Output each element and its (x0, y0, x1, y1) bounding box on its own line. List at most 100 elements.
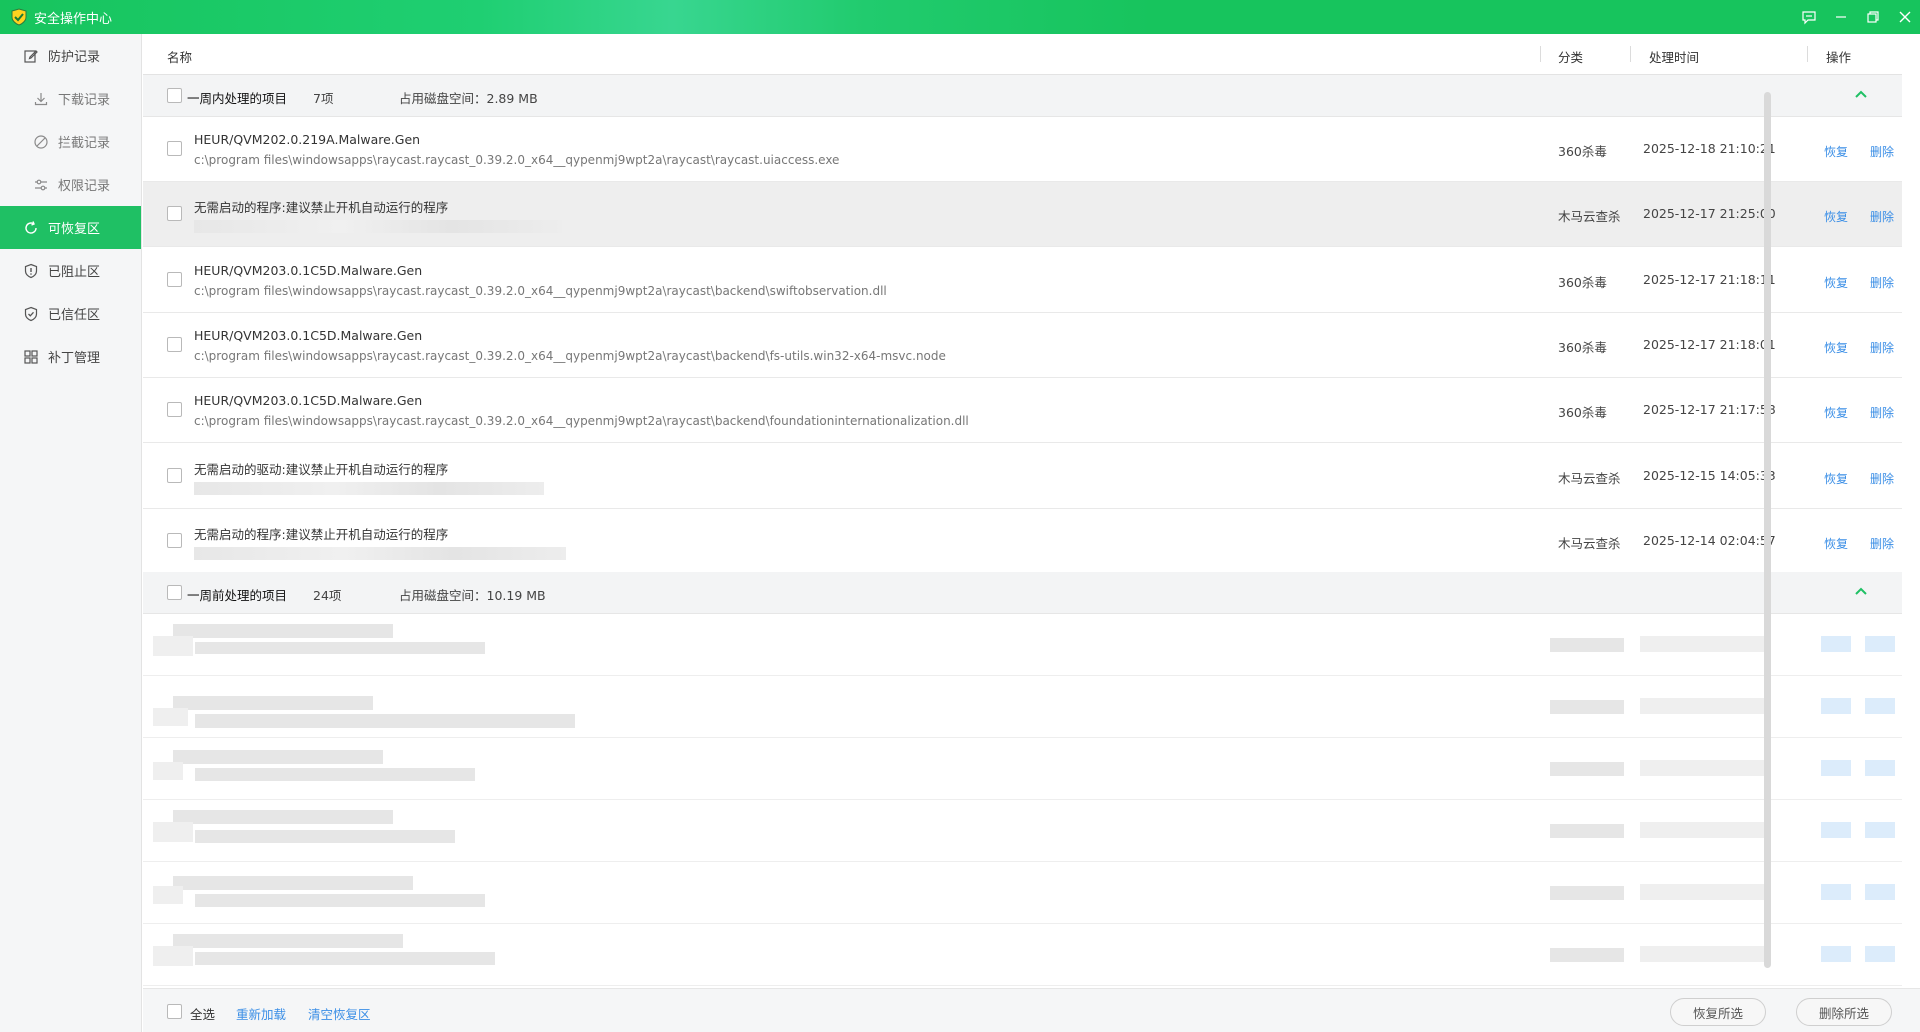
redacted-text (153, 822, 193, 842)
restore-window-icon[interactable] (1858, 0, 1888, 34)
group-header-older[interactable]: 一周前处理的项目 24项 占用磁盘空间：10.19 MB (143, 572, 1902, 614)
delete-link[interactable]: 删除 (1870, 470, 1894, 487)
group-checkbox[interactable] (167, 88, 182, 103)
sidebar-item-shield-check[interactable]: 已信任区 (0, 292, 141, 335)
redacted-text (195, 768, 475, 781)
redacted-text (173, 934, 403, 948)
column-header: 名称 分类 处理时间 操作 (143, 34, 1902, 75)
main-panel: 名称 分类 处理时间 操作 一周内处理的项目 7项 占用磁盘空间：2.89 MB… (143, 34, 1902, 988)
group-header-recent[interactable]: 一周内处理的项目 7项 占用磁盘空间：2.89 MB (143, 75, 1902, 117)
redacted-text (195, 830, 455, 843)
redacted-text (1640, 636, 1764, 652)
refresh-icon (22, 219, 40, 237)
blurred-row (143, 738, 1902, 800)
redacted-link (1821, 822, 1851, 838)
column-category[interactable]: 分类 (1558, 47, 1583, 66)
row-checkbox[interactable] (167, 336, 182, 352)
column-divider[interactable] (1630, 46, 1631, 62)
sidebar-item-block[interactable]: 拦截记录 (0, 120, 141, 163)
sidebar-item-edit[interactable]: 防护记录 (0, 34, 141, 77)
group-count: 7项 (313, 91, 334, 106)
delete-link[interactable]: 删除 (1870, 535, 1894, 552)
redacted-link (1821, 636, 1851, 652)
category: 360杀毒 (1558, 339, 1607, 355)
column-name[interactable]: 名称 (167, 47, 192, 66)
redacted-text (173, 696, 373, 710)
title-bar: 安全操作中心 (0, 0, 1920, 34)
process-time: 2025-12-17 21:18:11 (1643, 271, 1776, 287)
delete-link[interactable]: 删除 (1870, 339, 1894, 356)
category: 360杀毒 (1558, 405, 1607, 421)
row-checkbox[interactable] (167, 141, 182, 156)
restore-link[interactable]: 恢复 (1824, 535, 1848, 552)
group-checkbox[interactable] (167, 585, 182, 600)
delete-link[interactable]: 删除 (1870, 143, 1894, 160)
sidebar-item-grid[interactable]: 补丁管理 (0, 335, 141, 378)
table-row[interactable]: 无需启动的程序:建议禁止开机自动运行的程序 木马云查杀 2025-12-17 21:… (143, 182, 1902, 248)
column-action: 操作 (1826, 50, 1852, 65)
chevron-up-icon[interactable] (1853, 584, 1869, 603)
redacted-text (153, 946, 193, 966)
table-row[interactable]: 无需启动的驱动:建议禁止开机自动运行的程序 木马云查杀 2025-12-15 14:… (143, 443, 1902, 509)
redacted-text (195, 714, 575, 728)
clear-restore-area-link[interactable]: 清空恢复区 (308, 1004, 371, 1023)
row-checkbox[interactable] (167, 206, 182, 222)
column-time[interactable]: 处理时间 (1649, 47, 1699, 66)
row-checkbox[interactable] (167, 532, 182, 548)
restore-link[interactable]: 恢复 (1824, 404, 1848, 421)
restore-link[interactable]: 恢复 (1824, 208, 1848, 225)
process-time: 2025-12-17 21:25:00 (1643, 206, 1776, 222)
restore-link[interactable]: 恢复 (1824, 470, 1848, 487)
restore-selected-button[interactable]: 恢复所选 (1670, 998, 1766, 1026)
feedback-icon[interactable] (1794, 0, 1824, 34)
sidebar-item-sliders[interactable]: 权限记录 (0, 163, 141, 206)
redacted-text (1640, 822, 1764, 838)
process-time: 2025-12-15 14:05:33 (1643, 467, 1776, 483)
scrollbar-thumb[interactable] (1764, 92, 1771, 968)
sidebar-item-download[interactable]: 下载记录 (0, 77, 141, 120)
threat-name: 无需启动的程序:建议禁止开机自动运行的程序 (194, 526, 449, 542)
column-divider[interactable] (1540, 46, 1541, 62)
select-all-checkbox[interactable] (167, 1004, 182, 1019)
restore-link[interactable]: 恢复 (1824, 274, 1848, 291)
chevron-up-icon[interactable] (1853, 87, 1869, 106)
sidebar-item-shield-alert[interactable]: 已阻止区 (0, 249, 141, 292)
restore-link[interactable]: 恢复 (1824, 143, 1848, 160)
blurred-row (143, 614, 1902, 676)
redacted-text (1640, 946, 1764, 962)
table-row[interactable]: HEUR/QVM202.0.219A.Malware.Gen c:\program… (143, 117, 1902, 182)
table-row[interactable]: HEUR/QVM203.0.1C5D.Malware.Gen c:\program… (143, 378, 1902, 444)
row-checkbox[interactable] (167, 271, 182, 287)
redacted-text (153, 708, 188, 726)
delete-link[interactable]: 删除 (1870, 208, 1894, 225)
redacted-link (1821, 698, 1851, 714)
sidebar-item-label: 拦截记录 (58, 136, 111, 151)
file-path: c:\program files\windowsapps\raycast.ray… (194, 348, 946, 363)
threat-name: 无需启动的驱动:建议禁止开机自动运行的程序 (194, 461, 449, 477)
row-checkbox[interactable] (167, 467, 182, 483)
delete-link[interactable]: 删除 (1870, 274, 1894, 291)
redacted-link (1821, 760, 1851, 776)
file-path: c:\program files\windowsapps\raycast.ray… (194, 153, 840, 167)
redacted-text (195, 642, 485, 654)
restore-link[interactable]: 恢复 (1824, 339, 1848, 356)
scrollbar[interactable] (1762, 80, 1772, 980)
redacted-path (194, 220, 562, 234)
select-all-label[interactable]: 全选 (190, 1004, 215, 1023)
redacted-text (153, 762, 183, 780)
table-row[interactable]: 无需启动的程序:建议禁止开机自动运行的程序 木马云查杀 2025-12-14 02:… (143, 508, 1902, 574)
reload-link[interactable]: 重新加载 (236, 1004, 286, 1023)
sidebar-item-label: 防护记录 (48, 50, 101, 65)
sidebar-item-label: 已信任区 (48, 308, 101, 323)
delete-link[interactable]: 删除 (1870, 404, 1894, 421)
table-row[interactable]: HEUR/QVM203.0.1C5D.Malware.Gen c:\program… (143, 312, 1902, 378)
sidebar-item-refresh[interactable]: 可恢复区 (0, 206, 141, 249)
minimize-icon[interactable] (1826, 0, 1856, 34)
threat-name: HEUR/QVM203.0.1C5D.Malware.Gen (194, 262, 423, 278)
row-checkbox[interactable] (167, 402, 182, 418)
redacted-text (1640, 760, 1764, 776)
delete-selected-button[interactable]: 删除所选 (1796, 998, 1892, 1026)
table-row[interactable]: HEUR/QVM203.0.1C5D.Malware.Gen c:\program… (143, 247, 1902, 313)
column-divider[interactable] (1807, 46, 1808, 62)
close-icon[interactable] (1890, 0, 1920, 34)
